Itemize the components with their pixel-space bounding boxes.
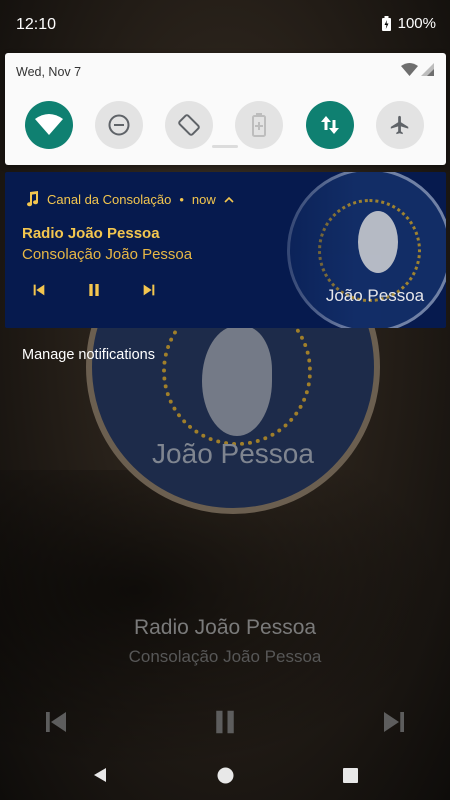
battery-charging-icon [381, 15, 391, 31]
music-note-icon [27, 191, 39, 207]
airplane-mode-tile[interactable] [376, 101, 424, 149]
skip-next-icon [384, 712, 404, 732]
wifi-signal-icon [401, 63, 418, 76]
recents-button[interactable] [338, 764, 362, 786]
status-bar: 12:10 100% [0, 0, 450, 52]
notification-pause-button[interactable] [82, 278, 106, 302]
status-time: 12:10 [16, 16, 57, 33]
battery-percentage: 100% [397, 15, 436, 32]
mobile-data-icon [321, 116, 339, 134]
notification-text: Consolação João Pessoa [22, 246, 193, 263]
airplane-icon [390, 115, 409, 135]
quick-settings-date[interactable]: Wed, Nov 7 [16, 65, 81, 79]
skip-previous-icon [46, 712, 66, 732]
navigation-bar [0, 750, 450, 800]
player-title: Radio João Pessoa [133, 616, 317, 639]
player-previous-button[interactable] [40, 700, 72, 744]
notification-header[interactable]: Canal da Consolação • now [25, 191, 234, 207]
album-art-text: João Pessoa [325, 286, 425, 305]
home-icon [217, 767, 233, 783]
do-not-disturb-icon [108, 114, 130, 136]
do-not-disturb-tile[interactable] [95, 101, 143, 149]
quick-settings-expand-handle[interactable] [212, 145, 238, 148]
notification-title: Radio João Pessoa [22, 225, 160, 242]
cellular-signal-icon [421, 63, 434, 76]
wifi-tile[interactable] [25, 101, 73, 149]
notification-time: now [191, 191, 216, 207]
auto-rotate-tile[interactable] [165, 101, 213, 149]
mobile-data-tile[interactable] [306, 101, 354, 149]
notification-next-button[interactable] [137, 278, 161, 302]
player-subtitle: Consolação João Pessoa [128, 647, 322, 666]
wifi-icon [35, 114, 63, 135]
back-button[interactable] [88, 764, 112, 786]
back-icon [94, 768, 106, 782]
player-pause-button[interactable] [209, 700, 241, 744]
player-next-button[interactable] [378, 700, 410, 744]
pause-icon [216, 710, 234, 734]
quick-settings-panel: Wed, Nov 7 [5, 53, 446, 165]
pause-icon [89, 284, 99, 296]
manage-notifications-button[interactable]: Manage notifications [22, 347, 155, 363]
station-logo-text: João Pessoa [152, 438, 314, 469]
notification-previous-button[interactable] [27, 278, 51, 302]
chevron-up-icon[interactable] [224, 196, 234, 203]
home-button[interactable] [213, 764, 237, 786]
auto-rotate-icon [178, 114, 200, 136]
battery-saver-tile[interactable] [235, 101, 283, 149]
recents-icon [342, 767, 358, 783]
player-controls [0, 700, 450, 744]
notification-app-name: Canal da Consolação [47, 191, 172, 207]
battery-saver-icon [252, 113, 266, 137]
skip-previous-icon [33, 284, 45, 296]
skip-next-icon [143, 284, 155, 296]
media-notification[interactable]: João Pessoa Canal da Consolação • now Ra… [5, 172, 446, 328]
